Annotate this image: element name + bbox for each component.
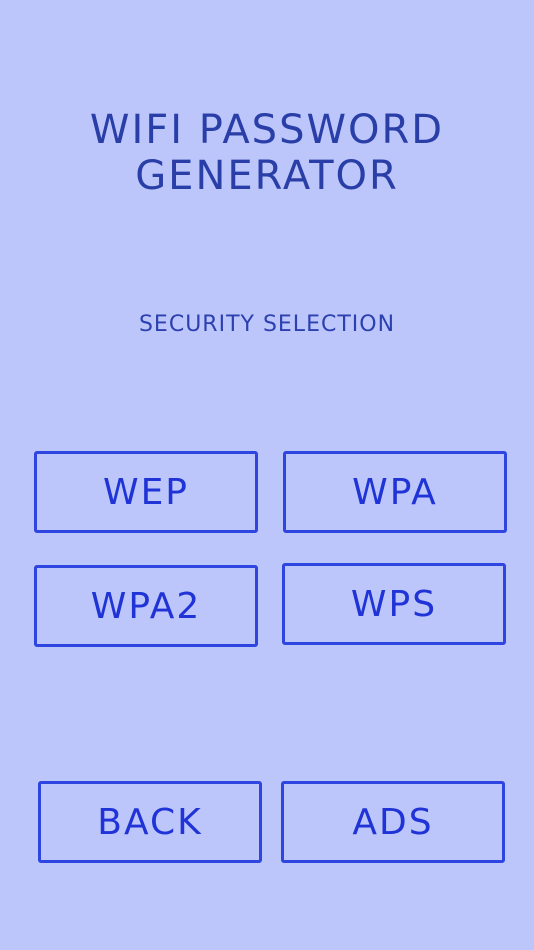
wps-button[interactable]: WPS bbox=[282, 563, 506, 645]
wpa-button[interactable]: WPA bbox=[283, 451, 507, 533]
section-label: SECURITY SELECTION bbox=[138, 312, 396, 337]
wpa2-button[interactable]: WPA2 bbox=[34, 565, 258, 647]
back-button[interactable]: BACK bbox=[38, 781, 262, 863]
ads-button[interactable]: ADS bbox=[281, 781, 505, 863]
app-title-line1: WIFI PASSWORD bbox=[89, 107, 445, 153]
app-title-line2: GENERATOR bbox=[135, 153, 399, 199]
wep-button[interactable]: WEP bbox=[34, 451, 258, 533]
